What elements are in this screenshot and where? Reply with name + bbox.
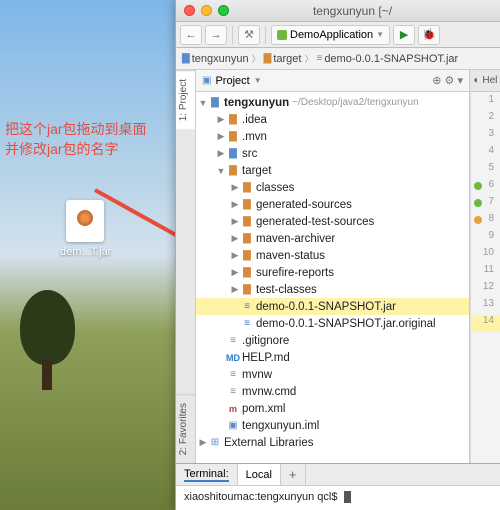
close-window-button[interactable] (184, 5, 195, 16)
nav-forward-button[interactable]: → (205, 25, 227, 45)
jar-file-icon (66, 200, 104, 242)
line-number: 6 (471, 179, 500, 196)
tree-item[interactable]: ≡mvnw (196, 366, 469, 383)
terminal-label: Terminal: (176, 464, 238, 485)
breadcrumb-target[interactable]: ▇target (264, 53, 302, 65)
desktop-jar-file[interactable]: dem...T.jar (60, 200, 110, 258)
line-number: 1 (471, 94, 500, 111)
project-panel-title: Project (215, 75, 249, 87)
tree-item[interactable]: ▶▇test-classes (196, 281, 469, 298)
window-title: tengxunyun [~/ (235, 4, 500, 18)
tree-item[interactable]: ≡mvnw.cmd (196, 383, 469, 400)
project-panel-header: ▣ Project ▼ ⊕ ⚙ ▾ (196, 70, 469, 92)
minimize-window-button[interactable] (201, 5, 212, 16)
tree-item[interactable]: ▶▇.idea (196, 111, 469, 128)
tree-item[interactable]: ≡.gitignore (196, 332, 469, 349)
line-number: 11 (471, 264, 500, 281)
main-toolbar: ← → ⚒ DemoApplication ▼ ▶ 🐞 (176, 22, 500, 48)
project-tool-tab[interactable]: 1: Project (176, 70, 195, 129)
tree-item[interactable]: ▣tengxunyun.iml (196, 417, 469, 434)
terminal-tab-local[interactable]: Local (238, 464, 281, 485)
line-number: 2 (471, 111, 500, 128)
tree-item[interactable]: ▶▇surefire-reports (196, 264, 469, 281)
run-config-icon (277, 30, 287, 40)
panel-settings-button[interactable]: ⊕ ⚙ ▾ (432, 74, 463, 87)
favorites-tool-tab[interactable]: 2: Favorites (176, 394, 195, 463)
tree-item[interactable]: ▶▇classes (196, 179, 469, 196)
window-titlebar: tengxunyun [~/ (176, 0, 500, 22)
line-number: 8 (471, 213, 500, 230)
run-button[interactable]: ▶ (393, 25, 415, 45)
debug-button[interactable]: 🐞 (418, 25, 440, 45)
line-number: 9 (471, 230, 500, 247)
chevron-right-icon: 〉 (252, 52, 261, 65)
build-button[interactable]: ⚒ (238, 25, 260, 45)
line-number: 3 (471, 128, 500, 145)
maximize-window-button[interactable] (218, 5, 229, 16)
tree-external-libs[interactable]: ▶⊞External Libraries (196, 434, 469, 451)
project-panel: ▣ Project ▼ ⊕ ⚙ ▾ ▼▇tengxunyun~/Desktop/… (196, 70, 470, 463)
editor-tab[interactable]: ◐ Hel (471, 70, 500, 92)
annotation-text: 把这个jar包拖动到桌面 并修改jar包的名字 (5, 120, 147, 159)
chevron-right-icon: 〉 (304, 52, 313, 65)
tree-item[interactable]: ▶▇generated-test-sources (196, 213, 469, 230)
tree-item[interactable]: ≡demo-0.0.1-SNAPSHOT.jar.original (196, 315, 469, 332)
line-number: 7 (471, 196, 500, 213)
tree-item[interactable]: ▶▇src (196, 145, 469, 162)
line-number: 4 (471, 145, 500, 162)
tree-item[interactable]: ▶▇.mvn (196, 128, 469, 145)
editor-gutter: ◐ Hel 1234567891011121314 (470, 70, 500, 463)
decorative-tree (20, 290, 75, 390)
left-tool-window-bar: 1: Project 2: Favorites (176, 70, 196, 463)
tree-root[interactable]: ▼▇tengxunyun~/Desktop/java2/tengxunyun (196, 94, 469, 111)
tree-item[interactable]: MDHELP.md (196, 349, 469, 366)
jar-file-label: dem...T.jar (60, 246, 110, 258)
breadcrumb-bar: ▇tengxunyun 〉 ▇target 〉 ≡demo-0.0.1-SNAP… (176, 48, 500, 70)
tree-item[interactable]: ▶▇maven-status (196, 247, 469, 264)
line-number: 5 (471, 162, 500, 179)
terminal-output[interactable]: xiaoshitoumac:tengxunyun qcl$ (176, 486, 500, 510)
line-number: 10 (471, 247, 500, 264)
desktop-background: 把这个jar包拖动到桌面 并修改jar包的名字 dem...T.jar (0, 0, 175, 510)
terminal-tab-bar: Terminal: Local + (176, 464, 500, 486)
project-tree[interactable]: ▼▇tengxunyun~/Desktop/java2/tengxunyun▶▇… (196, 92, 469, 463)
tree-item[interactable]: mpom.xml (196, 400, 469, 417)
ide-window: tengxunyun [~/ ← → ⚒ DemoApplication ▼ ▶… (175, 0, 500, 510)
breadcrumb-file[interactable]: ≡demo-0.0.1-SNAPSHOT.jar (316, 53, 458, 65)
breadcrumb-root[interactable]: ▇tengxunyun (182, 53, 249, 65)
project-icon: ▣ (202, 75, 211, 86)
tree-item[interactable]: ▶▇maven-archiver (196, 230, 469, 247)
tree-item[interactable]: ≡demo-0.0.1-SNAPSHOT.jar (196, 298, 469, 315)
run-config-dropdown[interactable]: DemoApplication ▼ (271, 25, 390, 45)
terminal-add-tab-button[interactable]: + (281, 464, 306, 485)
line-number: 13 (471, 298, 500, 315)
line-number: 14 (471, 315, 500, 332)
tree-item[interactable]: ▶▇generated-sources (196, 196, 469, 213)
line-number: 12 (471, 281, 500, 298)
nav-back-button[interactable]: ← (180, 25, 202, 45)
terminal-panel: Terminal: Local + xiaoshitoumac:tengxuny… (176, 463, 500, 510)
tree-item[interactable]: ▼▇target (196, 162, 469, 179)
